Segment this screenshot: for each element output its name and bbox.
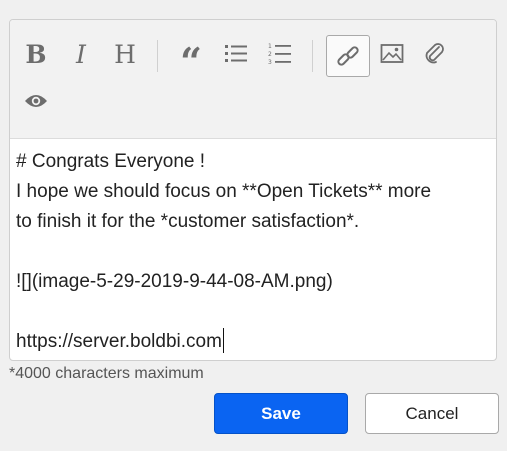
link-button[interactable] xyxy=(326,35,370,77)
bold-icon: B xyxy=(25,39,47,69)
quote-button[interactable]: “ xyxy=(174,37,208,81)
attachment-button[interactable] xyxy=(418,37,452,71)
editor-line: to finish it for the *customer satisfact… xyxy=(16,211,360,232)
ordered-list-button[interactable]: 1 2 3 xyxy=(263,37,297,71)
attachment-icon xyxy=(425,43,444,64)
ordered-list-icon: 1 2 3 xyxy=(268,43,291,66)
cancel-button[interactable]: Cancel xyxy=(365,393,499,434)
editor-line-last: https://server.boldbi.com xyxy=(16,327,492,357)
editor-line: # Congrats Everyone ! xyxy=(16,151,206,172)
editor-line: I hope we should focus on **Open Tickets… xyxy=(16,181,432,202)
editor-textarea[interactable]: # Congrats Everyone ! I hope we should f… xyxy=(16,147,492,357)
heading-icon: H xyxy=(114,39,136,69)
svg-text:1: 1 xyxy=(268,43,272,50)
bold-button[interactable]: B xyxy=(19,37,53,71)
unordered-list-button[interactable] xyxy=(219,37,253,71)
preview-icon xyxy=(25,95,47,107)
italic-icon: I xyxy=(76,39,86,69)
unordered-list-icon xyxy=(225,45,247,62)
markdown-editor: B I H “ 1 2 3 # Congrats Everyone ! I ho… xyxy=(9,19,497,361)
svg-text:3: 3 xyxy=(268,59,272,66)
svg-text:2: 2 xyxy=(268,51,272,58)
quote-icon: “ xyxy=(180,39,202,84)
link-icon xyxy=(337,46,359,66)
heading-button[interactable]: H xyxy=(108,37,142,71)
toolbar-divider xyxy=(312,40,313,72)
text-caret xyxy=(222,328,225,353)
preview-button[interactable] xyxy=(19,84,53,118)
image-icon xyxy=(380,44,404,63)
save-button[interactable]: Save xyxy=(214,393,348,434)
editor-line: ![](image-5-29-2019-9-44-08-AM.png) xyxy=(16,271,333,292)
toolbar-divider xyxy=(157,40,158,72)
image-button[interactable] xyxy=(375,37,409,71)
editor-line-text: https://server.boldbi.com xyxy=(16,331,222,352)
editor-toolbar: B I H “ 1 2 3 xyxy=(10,20,496,139)
italic-button[interactable]: I xyxy=(64,37,98,71)
character-limit-hint: *4000 characters maximum xyxy=(9,365,204,382)
